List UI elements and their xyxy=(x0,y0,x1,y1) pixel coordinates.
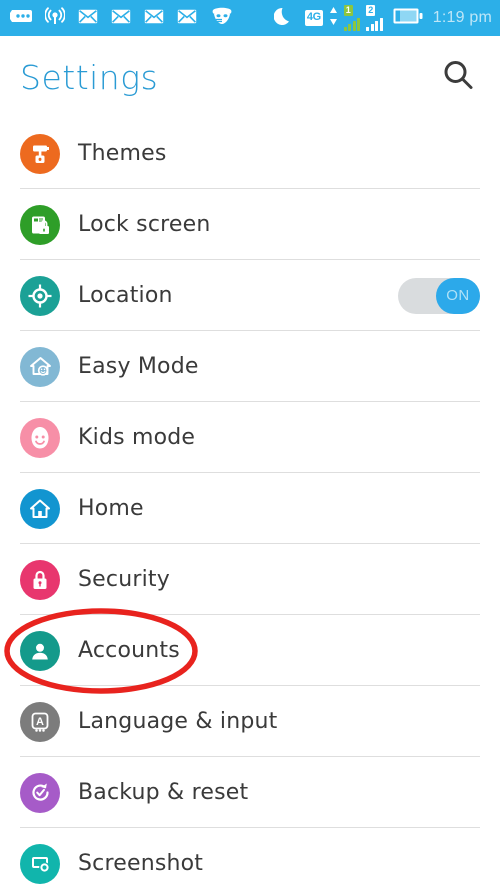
easy-mode-house-icon xyxy=(20,346,60,387)
network-type-badge: 4G xyxy=(304,10,323,26)
settings-row-label: Security xyxy=(78,567,170,592)
screenshot-icon xyxy=(20,843,60,884)
home-icon xyxy=(20,488,60,529)
email-icon-4 xyxy=(177,9,197,28)
ninja-mask-icon xyxy=(210,6,234,30)
settings-row-backup-reset[interactable]: Backup & reset xyxy=(0,757,500,828)
padlock-icon xyxy=(20,559,60,600)
settings-row-label: Backup & reset xyxy=(78,780,249,805)
location-toggle[interactable]: ON xyxy=(398,277,480,314)
email-icon-1 xyxy=(78,9,98,28)
search-button[interactable] xyxy=(438,57,478,97)
kids-face-icon xyxy=(20,417,60,458)
battery-icon xyxy=(393,7,423,29)
status-bar-clock: 1:19 pm xyxy=(432,9,492,26)
settings-row-label: Home xyxy=(78,496,144,521)
location-target-icon xyxy=(20,275,60,316)
settings-row-label: Themes xyxy=(78,141,167,166)
account-person-icon xyxy=(20,630,60,671)
settings-row-label: Language & input xyxy=(78,709,278,734)
settings-row-language-input[interactable]: A Language & input xyxy=(0,686,500,757)
toggle-state-label: ON xyxy=(446,287,470,304)
lock-screen-icon xyxy=(20,204,60,245)
do-not-disturb-moon-icon xyxy=(273,6,293,31)
email-icon-2 xyxy=(111,9,131,28)
settings-row-accounts[interactable]: Accounts xyxy=(0,615,500,686)
data-transfer-arrows-icon xyxy=(329,6,338,30)
search-icon xyxy=(441,58,475,96)
message-bubble-icon xyxy=(8,8,32,28)
settings-row-label: Screenshot xyxy=(78,851,204,876)
settings-row-security[interactable]: Security xyxy=(0,544,500,615)
settings-row-themes[interactable]: Themes xyxy=(0,118,500,189)
settings-row-location[interactable]: Location ON xyxy=(0,260,500,331)
toggle-knob: ON xyxy=(436,277,480,314)
backup-reset-icon xyxy=(20,772,60,813)
sim1-signal-icon: 1 xyxy=(343,5,361,31)
settings-row-home[interactable]: Home xyxy=(0,473,500,544)
settings-row-label: Accounts xyxy=(78,638,180,663)
status-bar-left-icons xyxy=(8,6,234,30)
status-bar-right-icons: 4G 1 2 1:19 pm xyxy=(273,5,492,31)
hotspot-icon xyxy=(44,6,66,30)
sim2-signal-icon: 2 xyxy=(366,5,383,31)
status-bar: 4G 1 2 1:19 pm xyxy=(0,0,500,36)
settings-row-label: Easy Mode xyxy=(78,354,199,379)
paint-roller-icon xyxy=(20,133,60,174)
settings-row-lock-screen[interactable]: Lock screen xyxy=(0,189,500,260)
email-icon-3 xyxy=(144,9,164,28)
settings-list: Themes Lock screen Location ON Easy Mode… xyxy=(0,118,500,889)
svg-text:A: A xyxy=(36,716,44,728)
language-a-icon: A xyxy=(20,701,60,742)
settings-row-easy-mode[interactable]: Easy Mode xyxy=(0,331,500,402)
page-title: Settings xyxy=(20,57,159,97)
settings-row-label: Lock screen xyxy=(78,212,211,237)
settings-row-label: Kids mode xyxy=(78,425,196,450)
settings-row-label: Location xyxy=(78,283,173,308)
app-header: Settings xyxy=(0,36,500,118)
settings-row-screenshot[interactable]: Screenshot xyxy=(0,828,500,889)
settings-screen: 4G 1 2 1:19 pm Settings Themes Lock scre… xyxy=(0,0,500,889)
settings-row-kids-mode[interactable]: Kids mode xyxy=(0,402,500,473)
